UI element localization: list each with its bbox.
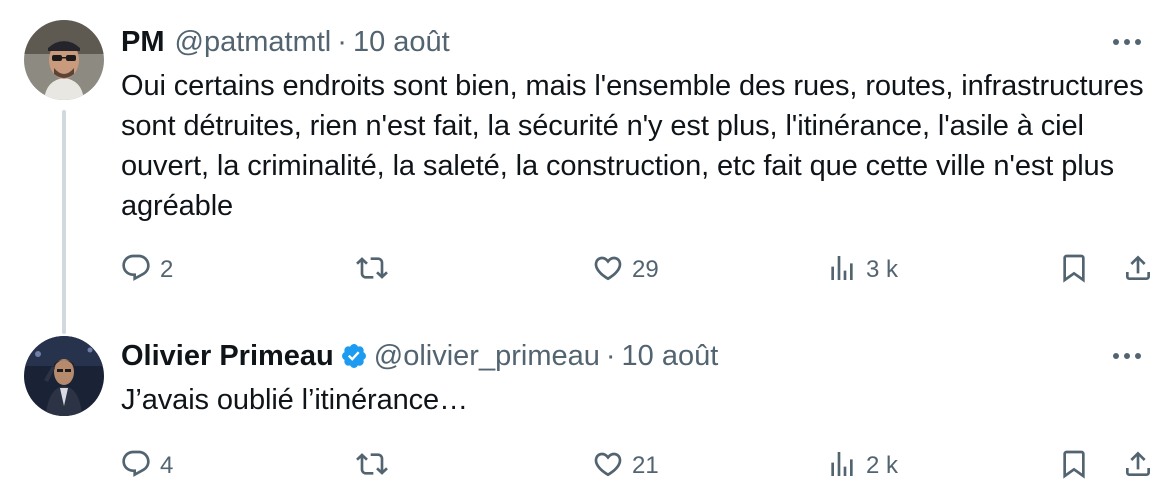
thread-line <box>62 110 66 334</box>
retweet-icon <box>356 252 388 289</box>
display-name[interactable]: Olivier Primeau <box>121 336 334 376</box>
bookmark-icon <box>1058 448 1090 485</box>
display-name[interactable]: PM <box>121 22 165 62</box>
reply-count: 2 <box>160 256 174 283</box>
tweet-text: J’avais oublié l’itinérance… <box>121 384 468 416</box>
bookmark-icon <box>1058 252 1090 289</box>
views-count: 2 k <box>866 452 899 479</box>
share-icon <box>1122 448 1154 485</box>
like-count: 29 <box>632 256 659 283</box>
reply-button[interactable]: 2 <box>120 250 173 290</box>
like-icon <box>592 252 624 289</box>
tweet: Olivier Primeau @olivier_primeau · 10 ao… <box>0 330 1170 498</box>
reply-button[interactable]: 4 <box>120 446 173 486</box>
views-icon <box>826 448 858 485</box>
separator-dot: · <box>337 26 347 58</box>
like-icon <box>592 448 624 485</box>
handle[interactable]: @patmatmtl <box>175 22 332 62</box>
reply-icon <box>120 252 152 289</box>
like-button[interactable]: 29 <box>592 250 659 290</box>
avatar-olivier-primeau[interactable] <box>24 336 104 416</box>
reply-count: 4 <box>160 452 174 479</box>
share-button[interactable] <box>1122 446 1154 486</box>
views-icon <box>826 252 858 289</box>
reply-icon <box>120 448 152 485</box>
more-options-button[interactable] <box>1110 339 1144 373</box>
tweet-header: PM @patmatmtl · 10 août <box>121 22 450 62</box>
separator-dot: · <box>605 340 616 372</box>
tweet: PM @patmatmtl · 10 août Oui certains end… <box>0 0 1170 334</box>
tweet-date[interactable]: 10 août <box>622 336 719 376</box>
retweet-button[interactable] <box>356 446 388 486</box>
more-icon <box>1112 33 1142 51</box>
tweet-header: Olivier Primeau @olivier_primeau · 10 ao… <box>121 336 718 376</box>
views-button[interactable]: 3 k <box>826 250 898 290</box>
views-count: 3 k <box>866 256 899 283</box>
share-icon <box>1122 252 1154 289</box>
tweet-actions: 2 29 3 k <box>0 250 1170 290</box>
verified-badge-icon[interactable] <box>340 342 368 370</box>
share-button[interactable] <box>1122 250 1154 290</box>
like-count: 21 <box>632 452 659 479</box>
bookmark-button[interactable] <box>1058 250 1090 290</box>
more-options-button[interactable] <box>1110 25 1144 59</box>
like-button[interactable]: 21 <box>592 446 659 486</box>
bookmark-button[interactable] <box>1058 446 1090 486</box>
retweet-icon <box>356 448 388 485</box>
tweet-date[interactable]: 10 août <box>353 22 450 62</box>
handle[interactable]: @olivier_primeau <box>374 336 600 376</box>
retweet-button[interactable] <box>356 250 388 290</box>
avatar-pm[interactable] <box>24 20 104 100</box>
tweet-text: Oui certains endroits sont bien, mais l'… <box>121 70 1144 222</box>
tweet-actions: 4 21 2 k <box>0 446 1170 486</box>
views-button[interactable]: 2 k <box>826 446 898 486</box>
more-icon <box>1112 347 1142 365</box>
